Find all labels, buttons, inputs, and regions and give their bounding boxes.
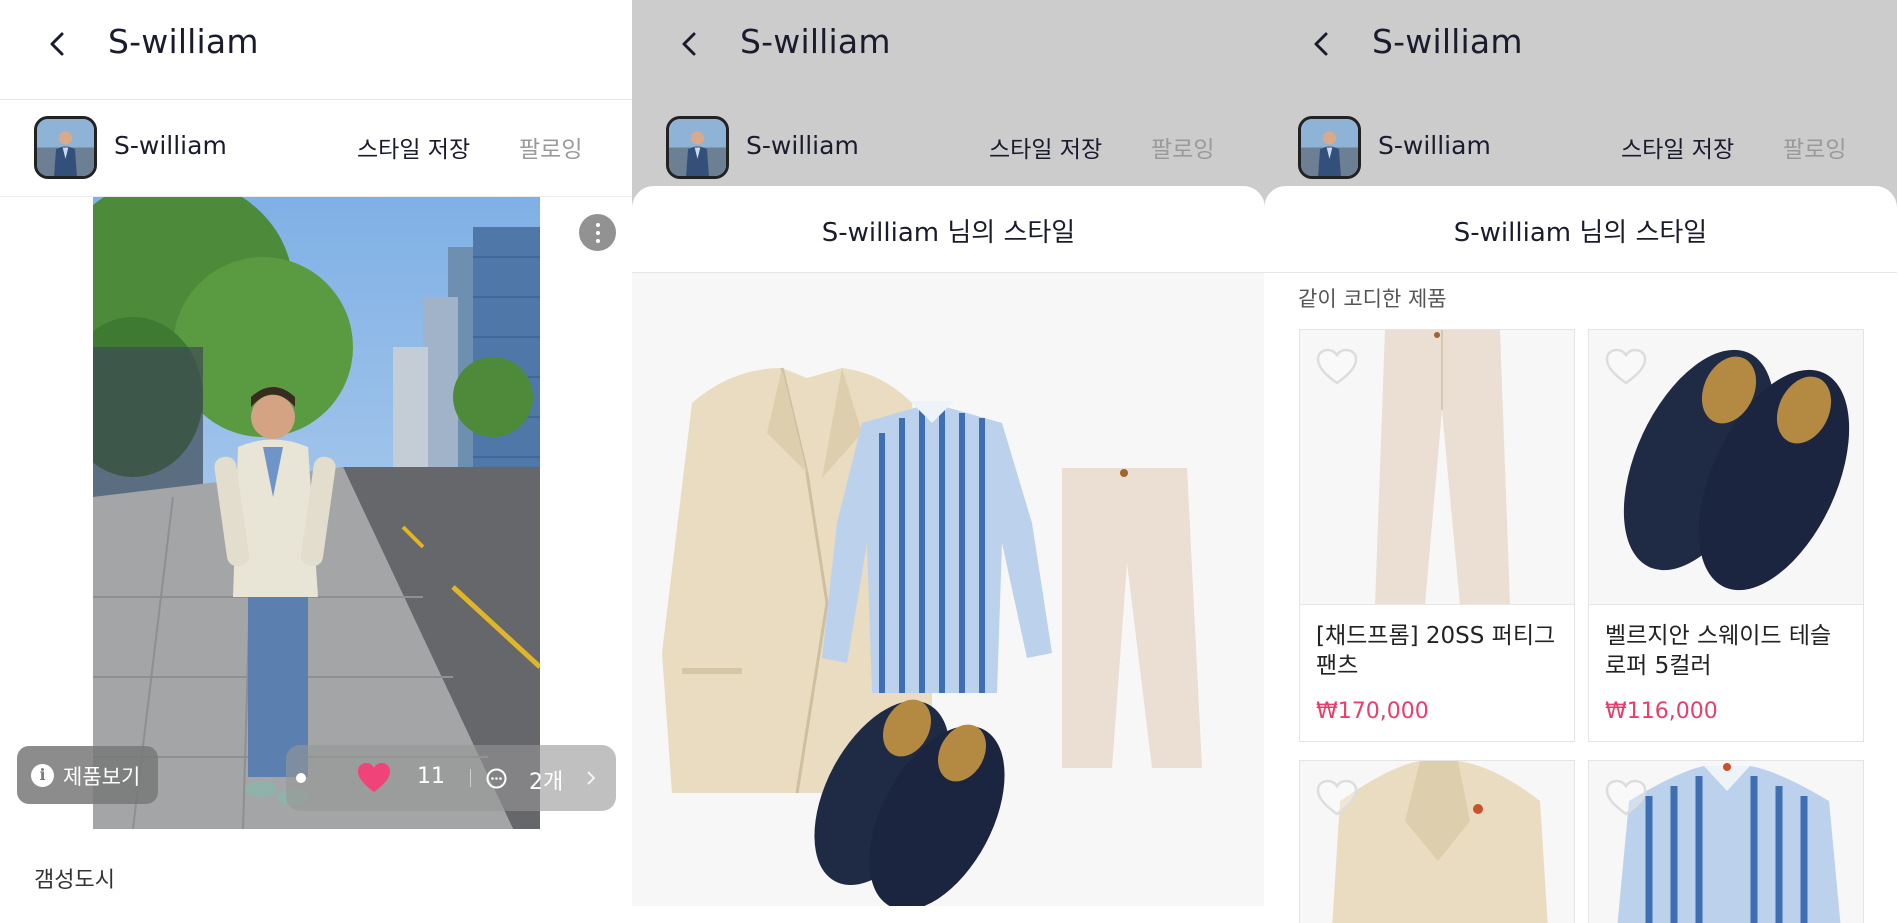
product-image [1300,330,1574,605]
save-style-button[interactable]: 스타일 저장 [357,130,470,164]
avatar[interactable] [1298,116,1361,179]
avatar[interactable] [34,116,97,179]
heart-icon[interactable] [357,762,391,794]
product-name: [채드프롬] 20SS 퍼티그 팬츠 [1316,623,1556,679]
post-stats-bar: 11 2개 [286,745,616,811]
product-card[interactable] [1299,760,1575,923]
product-image [1589,761,1863,923]
wishlist-heart-icon[interactable] [1605,779,1647,817]
style-bottom-sheet: S-william 님의 스타일 [632,186,1265,923]
back-arrow-icon[interactable] [46,30,70,58]
screen-coordinated-products: S-william S-william 스타일 저장 팔로잉 S-william… [1264,0,1897,923]
wishlist-heart-icon[interactable] [1316,348,1358,386]
back-arrow-icon[interactable] [678,30,702,58]
product-image [1300,761,1574,923]
screen-post: S-william S-william 스타일 저장 팔로잉 i 제품보기 11… [0,0,633,923]
product-card[interactable]: [채드프롬] 20SS 퍼티그 팬츠 ₩170,000 [1299,329,1575,742]
following-button[interactable]: 팔로잉 [1783,130,1846,164]
style-bottom-sheet: S-william 님의 스타일 같이 코디한 제품 [채드프롬] 20SS 퍼… [1264,186,1897,923]
wishlist-heart-icon[interactable] [1605,348,1647,386]
sheet-title: S-william 님의 스타일 [1453,218,1708,248]
sheet-divider [1264,272,1897,273]
product-view-label: 제품보기 [63,765,141,789]
comment-count[interactable]: 2개 [529,764,563,796]
page-title: S-william [740,22,891,61]
product-card[interactable]: 벨르지안 스웨이드 테슬 로퍼 5컬러 ₩116,000 [1588,329,1864,742]
page-title: S-william [108,22,259,61]
avatar[interactable] [666,116,729,179]
profile-row: S-william 스타일 저장 팔로잉 [0,100,633,197]
app-bar: S-william [1264,0,1897,100]
save-style-button[interactable]: 스타일 저장 [1621,130,1734,164]
product-card[interactable] [1588,760,1864,923]
app-bar: S-william [0,0,633,100]
comment-icon[interactable] [486,768,507,789]
post-caption: 갬성도시 [34,868,115,893]
profile-name[interactable]: S-william [746,131,859,160]
profile-row: S-william 스타일 저장 팔로잉 [1264,100,1897,197]
more-options-button[interactable] [579,214,616,251]
stat-divider [470,769,471,787]
info-icon [31,764,54,787]
outfit-flatlay-image[interactable] [632,273,1265,906]
following-button[interactable]: 팔로잉 [519,130,582,164]
product-price: ₩116,000 [1605,699,1718,724]
chevron-right-icon[interactable] [586,770,596,786]
product-image [1589,330,1863,605]
product-name: 벨르지안 스웨이드 테슬 로퍼 5컬러 [1605,623,1832,679]
sheet-title: S-william 님의 스타일 [821,218,1076,248]
back-arrow-icon[interactable] [1310,30,1334,58]
section-label-coordinated-products: 같이 코디한 제품 [1298,287,1447,311]
following-button[interactable]: 팔로잉 [1151,130,1214,164]
profile-name[interactable]: S-william [114,131,227,160]
app-bar: S-william [632,0,1265,100]
style-photo[interactable] [93,197,540,829]
product-view-button[interactable]: 제품보기 [17,746,158,804]
profile-row: S-william 스타일 저장 팔로잉 [632,100,1265,197]
save-style-button[interactable]: 스타일 저장 [989,130,1102,164]
product-price: ₩170,000 [1316,699,1429,724]
like-count: 11 [417,764,445,789]
screens: S-william S-william 스타일 저장 팔로잉 i 제품보기 11… [0,0,1898,923]
page-title: S-william [1372,22,1523,61]
screen-style-sheet: S-william S-william 스타일 저장 팔로잉 S-william… [632,0,1265,923]
profile-name[interactable]: S-william [1378,131,1491,160]
page-dot-indicator [296,773,306,783]
wishlist-heart-icon[interactable] [1316,779,1358,817]
